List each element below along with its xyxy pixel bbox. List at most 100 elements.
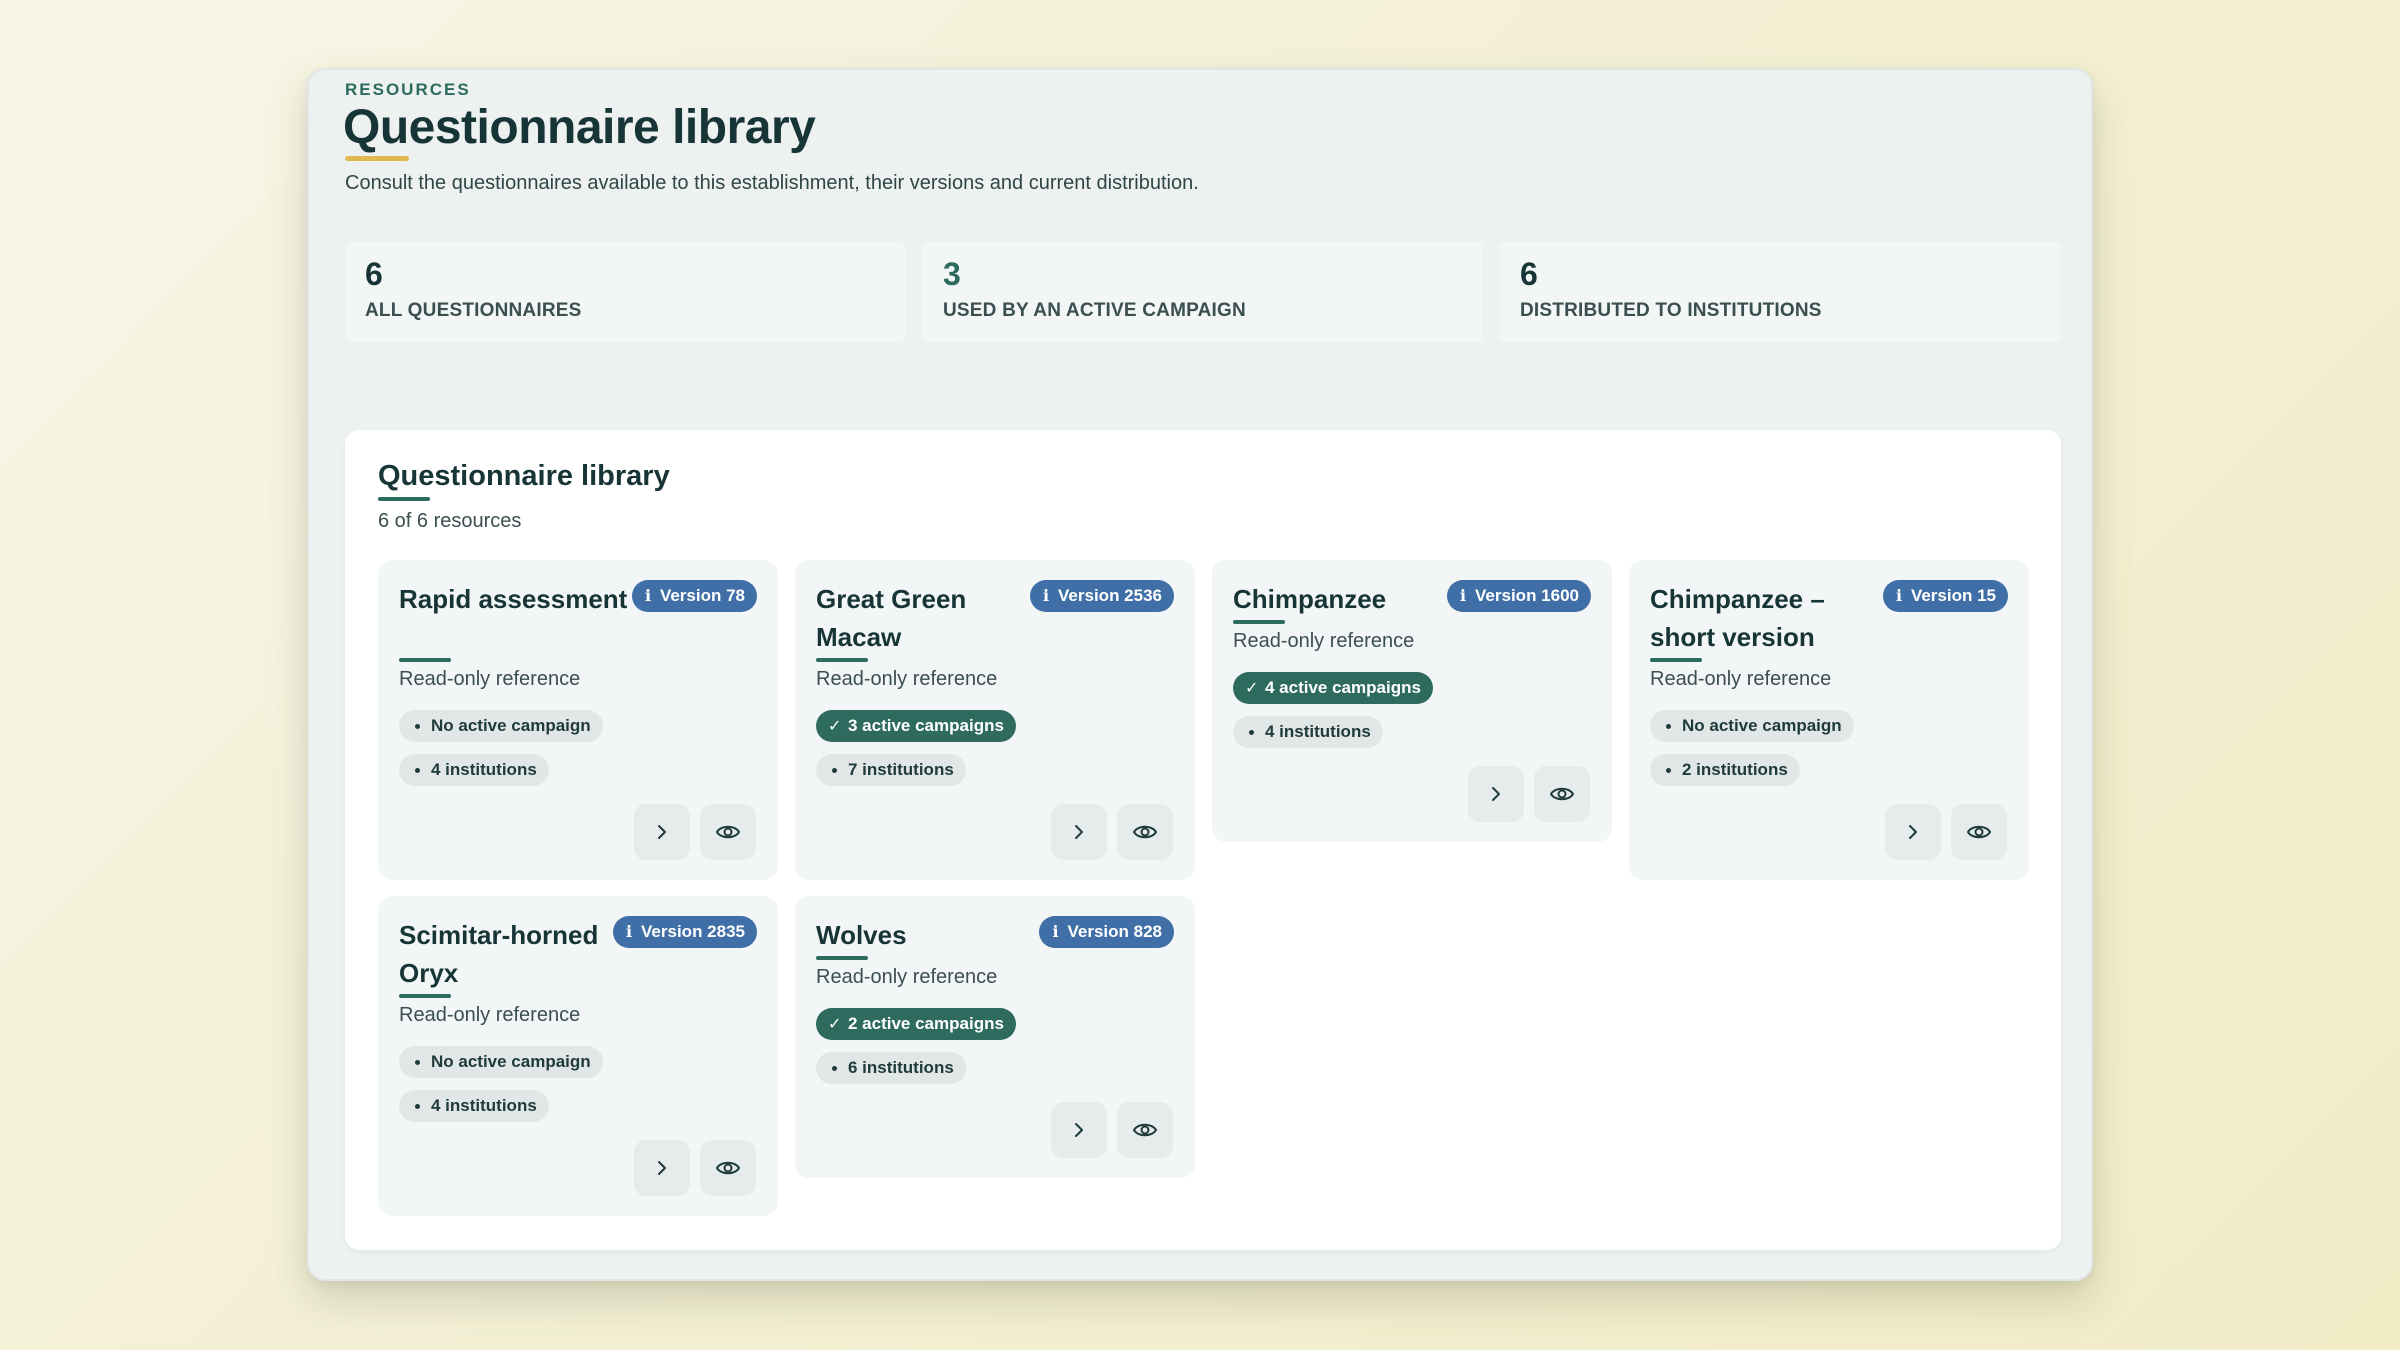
campaign-status: 2 active campaigns <box>848 1014 1004 1033</box>
info-icon: i <box>1460 586 1467 605</box>
questionnaire-card: Rapid assessment i Version 78 Read-only r… <box>378 560 778 880</box>
card-title: Great Green Macaw <box>816 584 967 652</box>
stat-value: 6 <box>365 256 383 292</box>
card-title-underline <box>816 658 868 662</box>
card-title-underline <box>399 994 451 998</box>
info-icon: i <box>626 922 633 941</box>
bullet-icon <box>415 1104 420 1109</box>
institutions-pill: 4 institutions <box>1233 716 1383 748</box>
page-title: Questionnaire library <box>343 101 816 154</box>
chevron-right-icon <box>1075 825 1083 839</box>
info-icon: i <box>1895 586 1903 605</box>
check-icon: ✓ <box>828 716 842 735</box>
stat-value: 3 <box>943 256 961 292</box>
open-button[interactable] <box>1051 804 1107 860</box>
open-button[interactable] <box>634 1140 690 1196</box>
stat-distributed: 6 DISTRIBUTED TO INSTITUTIONS <box>1500 242 2060 342</box>
institutions-count: 4 institutions <box>431 760 537 779</box>
card-subtitle: Read-only reference <box>1233 630 1415 652</box>
institutions-count: 4 institutions <box>431 1096 537 1115</box>
stat-all-questionnaires: 6 ALL QUESTIONNAIRES <box>345 242 905 342</box>
stat-label: DISTRIBUTED TO INSTITUTIONS <box>1520 300 1822 321</box>
version-badge: i Version 78 <box>631 580 757 612</box>
version-badge: i Version 1600 <box>1447 580 1591 612</box>
preview-button[interactable] <box>1117 804 1173 860</box>
check-icon: ✓ <box>828 1014 842 1033</box>
title-underline <box>345 156 409 161</box>
check-icon: ✓ <box>1245 678 1259 697</box>
stat-label: ALL QUESTIONNAIRES <box>365 300 582 321</box>
bullet-icon <box>415 1060 420 1065</box>
institutions-pill: 2 institutions <box>1650 754 1800 786</box>
campaign-status: No active campaign <box>431 1052 591 1071</box>
stats-row: 6 ALL QUESTIONNAIRES 3 USED BY AN ACTIVE… <box>345 242 2061 342</box>
stat-value: 6 <box>1520 256 1538 292</box>
institutions-count: 6 institutions <box>848 1058 954 1077</box>
campaign-status: No active campaign <box>1682 716 1842 735</box>
institutions-count: 2 institutions <box>1682 760 1788 779</box>
chevron-right-icon <box>1909 825 1917 839</box>
campaign-status: 4 active campaigns <box>1265 678 1421 697</box>
campaign-status: No active campaign <box>431 716 591 735</box>
version-badge: i Version 828 <box>1039 916 1174 948</box>
bullet-icon <box>1249 730 1254 735</box>
library-panel: Questionnaire library 6 of 6 resources R… <box>345 430 2061 1250</box>
version-label: Version 15 <box>1910 586 1996 605</box>
version-label: Version 2835 <box>641 922 745 941</box>
card-subtitle: Read-only reference <box>399 1004 581 1026</box>
bullet-icon <box>832 1066 837 1071</box>
panel-title-underline <box>378 497 430 501</box>
app-window: RESOURCES Questionnaire library Consult … <box>307 68 2093 1281</box>
campaign-status-pill: ✓ 2 active campaigns <box>816 1008 1016 1040</box>
eye-icon <box>715 1161 741 1175</box>
card-title: Wolves <box>816 920 907 950</box>
card-subtitle: Read-only reference <box>399 668 581 690</box>
open-button[interactable] <box>634 804 690 860</box>
questionnaire-card: Chimpanzee i Version 1600 Read-only refer… <box>1212 560 1612 842</box>
card-title: Chimpanzee <box>1233 584 1387 614</box>
version-badge: i Version 2835 <box>613 916 757 948</box>
open-button[interactable] <box>1468 766 1524 822</box>
preview-button[interactable] <box>1117 1102 1173 1158</box>
panel-title: Questionnaire library <box>378 460 670 492</box>
card-title-underline <box>399 658 451 662</box>
preview-button[interactable] <box>700 1140 756 1196</box>
info-icon: i <box>1043 586 1050 605</box>
version-label: Version 2536 <box>1058 586 1162 605</box>
chevron-right-icon <box>658 1161 666 1175</box>
open-button[interactable] <box>1885 804 1941 860</box>
card-title: Chimpanzee – short version <box>1650 584 1825 652</box>
section-eyebrow: RESOURCES <box>345 80 471 99</box>
card-title: Rapid assessment <box>399 584 628 614</box>
card-title: Scimitar-horned Oryx <box>399 920 599 988</box>
questionnaire-card: Great Green Macaw i Version 2536 Read-onl… <box>795 560 1195 880</box>
eye-icon <box>1549 787 1575 801</box>
card-title-underline <box>1233 620 1285 624</box>
preview-button[interactable] <box>1534 766 1590 822</box>
eye-icon <box>1132 825 1158 839</box>
institutions-count: 7 institutions <box>848 760 954 779</box>
bullet-icon <box>1666 768 1671 773</box>
card-subtitle: Read-only reference <box>1650 668 1832 690</box>
institutions-pill: 7 institutions <box>816 754 966 786</box>
campaign-status-pill: No active campaign <box>399 1046 603 1078</box>
campaign-status-pill: ✓ 3 active campaigns <box>816 710 1016 742</box>
campaign-status: 3 active campaigns <box>848 716 1004 735</box>
info-icon: i <box>1052 922 1059 941</box>
eye-icon <box>1132 1123 1158 1137</box>
open-button[interactable] <box>1051 1102 1107 1158</box>
bullet-icon <box>415 724 420 729</box>
chevron-right-icon <box>1492 787 1500 801</box>
version-label: Version 78 <box>659 586 745 605</box>
institutions-pill: 4 institutions <box>399 754 549 786</box>
questionnaire-card: Wolves i Version 828 Read-only reference … <box>795 896 1195 1178</box>
campaign-status-pill: No active campaign <box>399 710 603 742</box>
institutions-pill: 4 institutions <box>399 1090 549 1122</box>
preview-button[interactable] <box>1951 804 2007 860</box>
chevron-right-icon <box>1075 1123 1083 1137</box>
preview-button[interactable] <box>700 804 756 860</box>
version-label: Version 1600 <box>1475 586 1579 605</box>
eye-icon <box>715 825 741 839</box>
card-subtitle: Read-only reference <box>816 966 998 988</box>
campaign-status-pill: ✓ 4 active campaigns <box>1233 672 1433 704</box>
